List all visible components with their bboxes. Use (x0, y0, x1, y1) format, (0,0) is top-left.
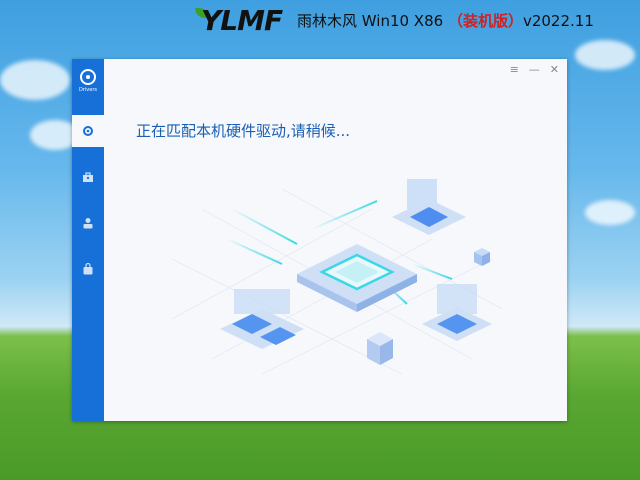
cloud (585, 200, 635, 225)
title-main: 雨林木风 Win10 X86 (297, 11, 448, 30)
logo-text: YLMF (201, 4, 283, 37)
top-right-module (392, 179, 466, 235)
ylmf-logo: YLMF (195, 4, 287, 37)
status-text: 正在匹配本机硬件驱动,请稍候... (136, 122, 351, 140)
hardware-matching-illustration (172, 179, 502, 375)
sidebar-item-gear[interactable] (72, 115, 104, 147)
drivers-logo-icon (80, 69, 96, 85)
sidebar-item-bag[interactable] (72, 253, 104, 285)
menu-button[interactable]: ≡ (510, 63, 519, 76)
title-version: v2022.11 (522, 11, 594, 30)
brand-header: YLMF 雨林木风 Win10 X86 （装机版）v2022.11 (195, 2, 594, 38)
close-button[interactable]: ✕ (550, 63, 559, 76)
sidebar-logo-label: Drivers (79, 87, 97, 93)
title-edition: （装机版） (447, 11, 523, 30)
bottom-right-module (422, 284, 492, 341)
gear-icon (83, 126, 93, 136)
os-title: 雨林木风 Win10 X86 （装机版）v2022.11 (297, 10, 594, 31)
cloud (0, 60, 70, 100)
bottom-cube (367, 332, 393, 365)
small-block (474, 248, 490, 266)
bag-icon (83, 263, 93, 275)
driver-installer-window: Drivers ≡ — ✕ 正在匹配本机硬件驱动,请稍候... (72, 59, 567, 421)
sidebar-item-toolbox[interactable] (72, 161, 104, 193)
toolbox-icon (83, 172, 93, 182)
window-controls: ≡ — ✕ (510, 63, 559, 76)
cloud (575, 40, 635, 70)
sidebar-item-user[interactable] (72, 207, 104, 239)
sidebar: Drivers (72, 59, 104, 421)
sidebar-logo: Drivers (72, 65, 104, 103)
central-chip (297, 244, 417, 312)
minimize-button[interactable]: — (529, 63, 540, 76)
user-icon (83, 218, 93, 229)
